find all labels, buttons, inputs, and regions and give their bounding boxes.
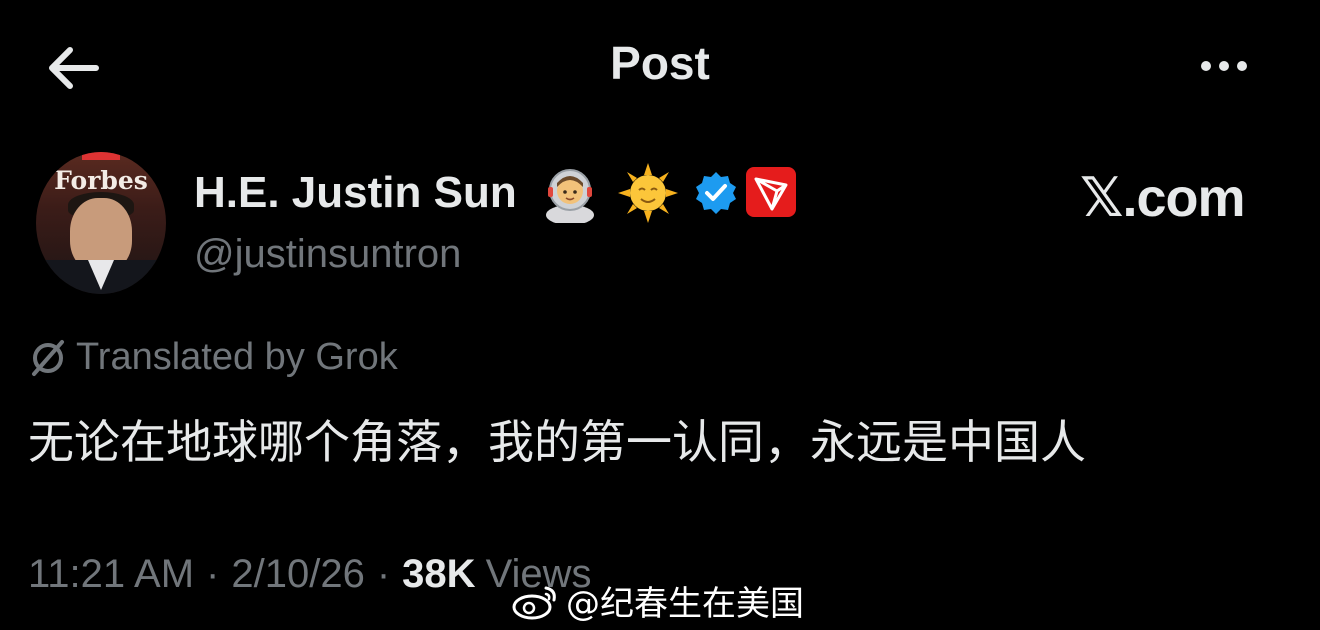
- post-date[interactable]: 2/10/26: [231, 552, 364, 597]
- arrow-left-icon: [49, 47, 99, 89]
- meta-separator: ·: [206, 552, 220, 596]
- meta-separator: ·: [376, 552, 391, 596]
- post-time[interactable]: 11:21 AM: [28, 552, 194, 597]
- translated-by-grok[interactable]: Translated by Grok: [28, 336, 398, 379]
- page-title: Post: [610, 37, 710, 89]
- weibo-watermark: @纪春生在美国: [512, 576, 804, 625]
- views-count[interactable]: 38K: [402, 552, 475, 597]
- ellipsis-icon: [1201, 61, 1211, 71]
- grok-icon: [32, 339, 64, 376]
- astronaut-icon: [546, 169, 594, 223]
- more-options-button[interactable]: [1188, 44, 1260, 88]
- avatar[interactable]: Forbes: [36, 152, 166, 294]
- sun-with-face-icon: [618, 163, 678, 223]
- post-text: 无论在地球哪个角落，我的第一认同，永远是中国人: [28, 415, 1086, 469]
- tron-logo-icon[interactable]: [746, 167, 796, 217]
- weibo-icon: [512, 586, 556, 619]
- author-display-name[interactable]: H.E. Justin Sun: [194, 168, 517, 218]
- author-handle[interactable]: @justinsuntron: [194, 232, 461, 277]
- x-com-logo: 𝕏.com: [1080, 168, 1246, 228]
- translated-label: Translated by Grok: [76, 336, 398, 378]
- back-button[interactable]: [40, 38, 104, 98]
- verified-badge-icon[interactable]: [693, 170, 739, 216]
- avatar-forbes-logo: Forbes: [54, 166, 148, 195]
- watermark-text: @纪春生在美国: [566, 584, 804, 624]
- post-meta: 11:21 AM · 2/10/26 · 38K Views: [28, 552, 592, 597]
